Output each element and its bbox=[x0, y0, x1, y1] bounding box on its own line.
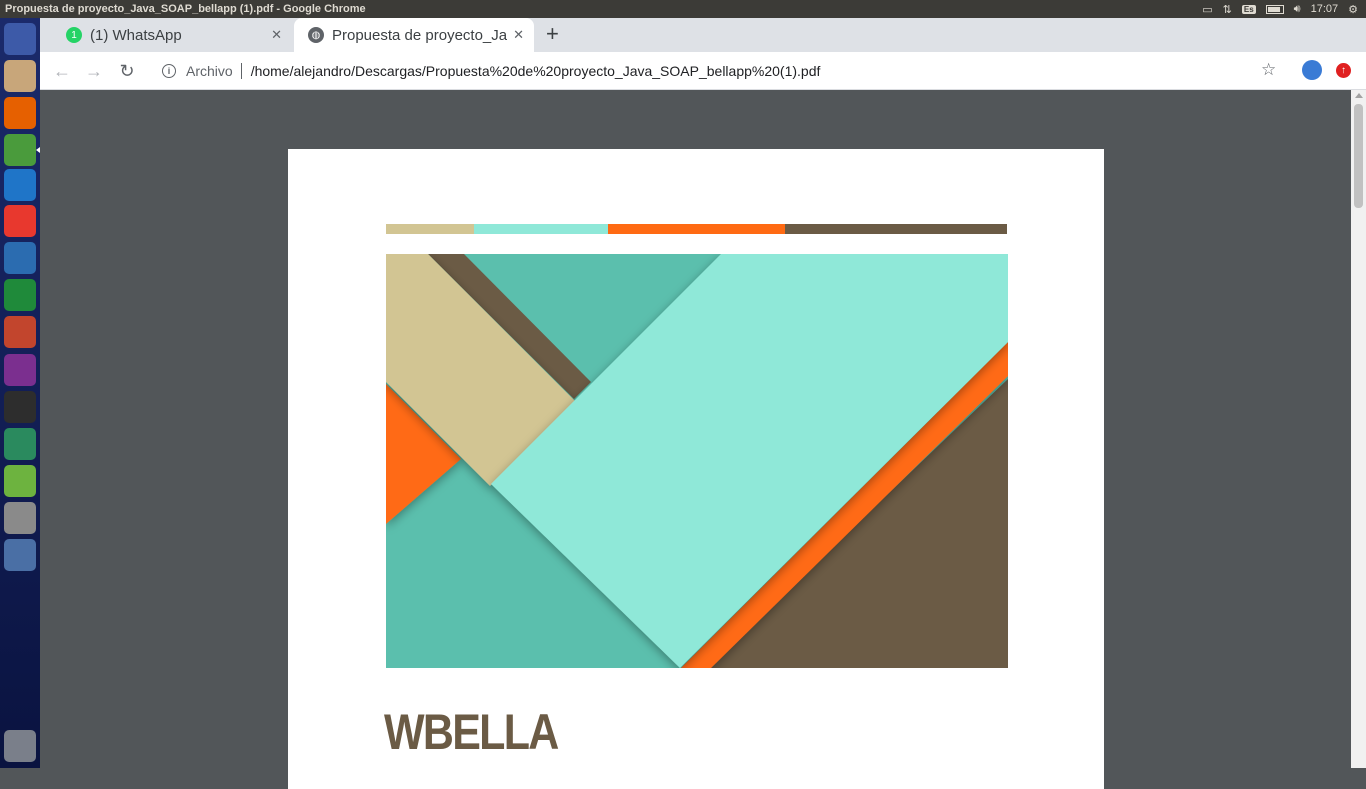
firefox-icon[interactable] bbox=[4, 97, 36, 129]
scroll-up-arrow-icon[interactable] bbox=[1355, 93, 1363, 98]
back-button[interactable]: ← bbox=[50, 59, 74, 83]
remote-desktop-icon[interactable] bbox=[4, 539, 36, 571]
purple-app-icon[interactable] bbox=[4, 354, 36, 386]
tab-label: Propuesta de proyecto_Ja bbox=[332, 26, 508, 44]
libreoffice-impress-icon[interactable] bbox=[4, 316, 36, 348]
url-text[interactable]: /home/alejandro/Descargas/Propuesta%20de… bbox=[251, 63, 821, 79]
spring-tool-icon[interactable] bbox=[4, 465, 36, 497]
trash-icon[interactable] bbox=[4, 730, 36, 762]
close-tab-icon[interactable]: ✕ bbox=[513, 27, 524, 43]
info-icon[interactable]: i bbox=[162, 63, 176, 78]
stripe-segment bbox=[386, 224, 475, 234]
stripe-segment bbox=[474, 224, 608, 234]
omnibox-divider bbox=[240, 62, 242, 79]
material-cover-illustration bbox=[386, 254, 1008, 668]
volume-icon[interactable]: 🔊︎ bbox=[1294, 3, 1301, 16]
help-icon[interactable] bbox=[4, 502, 36, 534]
ubuntu-dash-icon[interactable] bbox=[4, 23, 36, 55]
keyboard-layout-indicator[interactable]: Es bbox=[1241, 4, 1256, 14]
new-tab-button[interactable]: + bbox=[546, 23, 559, 45]
system-indicators: ▭ ⇅ Es 🔊︎ 17:07 ⚙ bbox=[1202, 3, 1366, 16]
android-studio-icon[interactable] bbox=[4, 428, 36, 460]
stripe-segment bbox=[785, 224, 1007, 234]
tab-pdf[interactable]: ◍ Propuesta de proyecto_Ja ✕ bbox=[294, 18, 534, 52]
terminal-icon[interactable] bbox=[4, 391, 36, 423]
battery-icon[interactable] bbox=[1265, 4, 1284, 14]
extension-icon[interactable] bbox=[1302, 60, 1322, 80]
window-title: Propuesta de proyecto_Java_SOAP_bellapp … bbox=[5, 3, 366, 15]
reload-button[interactable]: ↻ bbox=[115, 59, 139, 83]
tab-label: (1) WhatsApp bbox=[90, 26, 182, 44]
address-bar[interactable]: i Archivo /home/alejandro/Descargas/Prop… bbox=[150, 56, 1290, 85]
cover-image bbox=[386, 254, 1008, 668]
libreoffice-writer-icon[interactable] bbox=[4, 242, 36, 274]
libreoffice-calc-icon[interactable] bbox=[4, 279, 36, 311]
extension-update-icon[interactable]: ↑ bbox=[1336, 63, 1351, 78]
anydesk-icon[interactable] bbox=[4, 205, 36, 237]
browser-toolbar: ← → ↻ i Archivo /home/alejandro/Descarga… bbox=[40, 52, 1366, 90]
scrollbar[interactable] bbox=[1351, 90, 1366, 768]
chrome-icon[interactable] bbox=[4, 134, 36, 166]
top-panel: Propuesta de proyecto_Java_SOAP_bellapp … bbox=[0, 0, 1366, 18]
whatsapp-icon: 1 bbox=[66, 27, 82, 43]
globe-icon: ◍ bbox=[308, 27, 324, 43]
pdf-viewer[interactable]: WBELLA bbox=[40, 90, 1366, 789]
close-tab-icon[interactable]: ✕ bbox=[271, 27, 282, 43]
clock[interactable]: 17:07 bbox=[1311, 3, 1339, 15]
scroll-thumb[interactable] bbox=[1354, 104, 1363, 208]
launcher bbox=[0, 18, 40, 768]
security-chip[interactable]: Archivo bbox=[186, 63, 233, 79]
tab-bar: 1 (1) WhatsApp ✕ ◍ Propuesta de proyecto… bbox=[40, 18, 1366, 52]
pdf-page: WBELLA bbox=[288, 149, 1104, 789]
vscode-icon[interactable] bbox=[4, 169, 36, 201]
settings-gear-icon[interactable]: ⚙ bbox=[1348, 3, 1358, 16]
forward-button[interactable]: → bbox=[82, 59, 106, 83]
display-icon[interactable]: ▭ bbox=[1202, 3, 1212, 16]
tab-whatsapp[interactable]: 1 (1) WhatsApp ✕ bbox=[52, 18, 292, 52]
files-icon[interactable] bbox=[4, 60, 36, 92]
bookmark-star-icon[interactable]: ☆ bbox=[1261, 60, 1276, 80]
color-stripe bbox=[386, 224, 1007, 234]
document-title: WBELLA bbox=[384, 704, 559, 760]
network-icon[interactable]: ⇅ bbox=[1223, 3, 1232, 16]
stripe-segment bbox=[607, 224, 786, 234]
